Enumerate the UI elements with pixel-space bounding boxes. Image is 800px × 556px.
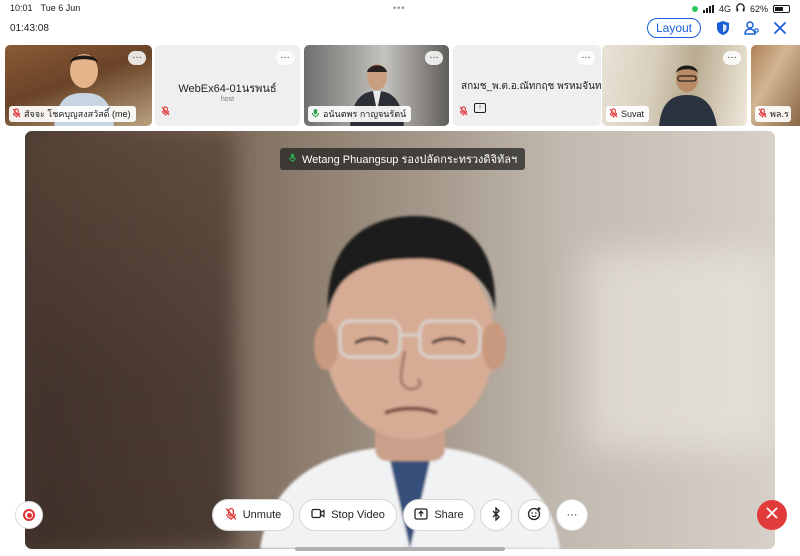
network-type: 4G bbox=[718, 3, 731, 14]
more-options-label: ··· bbox=[566, 509, 578, 521]
muted-mic-icon bbox=[609, 108, 618, 120]
status-time-date: 10:01 Tue 6 Jun bbox=[10, 3, 80, 13]
security-shield-icon[interactable] bbox=[714, 19, 732, 37]
tile-more-button[interactable]: … bbox=[425, 51, 443, 65]
more-options-button[interactable]: ··· bbox=[556, 499, 588, 531]
participant-role: host bbox=[220, 96, 235, 103]
participant-namebar: Suvat bbox=[606, 106, 650, 122]
active-speaker-name: Wetang Phuangsup รองปลัดกระทรวงดิจิทัลฯ bbox=[302, 154, 518, 166]
participant-tile[interactable]: WebEx64-01นรพนธ์ host … bbox=[155, 45, 300, 126]
participant-namebar: พล.ร bbox=[755, 106, 791, 122]
meeting-elapsed-time: 01:43:08 bbox=[10, 23, 49, 34]
mic-icon bbox=[288, 152, 297, 166]
webex-meeting-screen: 10:01 Tue 6 Jun ••• 4G 62% 01:43:08 Layo… bbox=[0, 0, 800, 556]
share-button[interactable]: Share bbox=[403, 499, 475, 531]
participants-icon[interactable] bbox=[743, 19, 761, 37]
share-screen-icon bbox=[414, 507, 428, 523]
unmute-button[interactable]: Unmute bbox=[212, 499, 294, 531]
headphones-icon bbox=[736, 3, 745, 14]
mic-icon bbox=[311, 108, 320, 120]
battery-icon bbox=[773, 4, 790, 13]
participant-name: Suvat bbox=[621, 109, 645, 119]
tile-more-button[interactable]: … bbox=[128, 51, 146, 65]
tile-more-button[interactable]: … bbox=[276, 51, 294, 65]
recording-button[interactable] bbox=[15, 501, 43, 529]
close-icon bbox=[766, 506, 778, 524]
muted-mic-icon bbox=[161, 103, 170, 121]
stop-video-button[interactable]: Stop Video bbox=[299, 499, 397, 531]
video-camera-icon bbox=[311, 508, 325, 522]
status-time: 10:01 bbox=[10, 3, 33, 13]
tile-more-button[interactable]: … bbox=[577, 51, 595, 65]
record-icon bbox=[23, 509, 35, 521]
camera-in-use-icon bbox=[691, 5, 698, 12]
active-speaker-label: Wetang Phuangsup รองปลัดกระทรวงดิจิทัลฯ bbox=[280, 148, 526, 170]
battery-percent: 62% bbox=[749, 3, 768, 14]
participant-status-icons: ↑ bbox=[459, 103, 486, 121]
participant-tile[interactable]: … Suvat bbox=[602, 45, 747, 126]
participant-tile[interactable]: … อนันตพร กาญจนรัตน์ bbox=[304, 45, 449, 126]
participant-tile[interactable]: พล.ร bbox=[751, 45, 800, 126]
screen-share-icon: ↑ bbox=[474, 103, 486, 113]
participant-tile[interactable]: สกมช_พ.ต.อ.ณัทกฤช พรหมจันทร์ … ↑ bbox=[453, 45, 601, 126]
stop-video-label: Stop Video bbox=[331, 509, 385, 521]
close-icon[interactable] bbox=[771, 19, 789, 37]
emoji-reaction-icon bbox=[527, 506, 542, 524]
participant-name: สกมช_พ.ต.อ.ณัทกฤช พรหมจันทร์ bbox=[461, 81, 601, 92]
tile-more-button[interactable]: … bbox=[723, 51, 741, 65]
layout-button[interactable]: Layout bbox=[647, 18, 701, 38]
participant-name: พล.ร bbox=[770, 109, 789, 119]
leave-meeting-button[interactable] bbox=[757, 500, 787, 530]
participant-name: สัจจะ โชคบุญสงสวัสดิ์ (me) bbox=[24, 109, 131, 119]
bluetooth-icon bbox=[491, 505, 501, 524]
muted-mic-icon bbox=[225, 507, 237, 524]
share-label: Share bbox=[434, 509, 464, 521]
cellular-signal-icon bbox=[702, 4, 714, 13]
participant-name: WebEx64-01นรพนธ์ bbox=[178, 83, 277, 95]
reactions-button[interactable] bbox=[518, 499, 550, 531]
unmute-label: Unmute bbox=[242, 509, 282, 521]
muted-mic-icon bbox=[12, 108, 21, 120]
status-date: Tue 6 Jun bbox=[40, 3, 81, 13]
multitasking-dots-icon[interactable]: ••• bbox=[393, 3, 405, 13]
bluetooth-audio-button[interactable] bbox=[480, 499, 512, 531]
status-indicators: 4G 62% bbox=[691, 3, 790, 14]
participant-tile[interactable]: … สัจจะ โชคบุญสงสวัสดิ์ (me) bbox=[5, 45, 152, 126]
participant-strip[interactable]: … สัจจะ โชคบุญสงสวัสดิ์ (me) WebEx64-01น… bbox=[5, 45, 800, 127]
participant-name: อนันตพร กาญจนรัตน์ bbox=[323, 109, 407, 119]
participant-status-icons bbox=[161, 103, 170, 121]
speaker-video-image bbox=[260, 216, 560, 549]
home-indicator[interactable] bbox=[295, 547, 505, 551]
active-speaker-video[interactable] bbox=[25, 131, 775, 549]
participant-namebar: อนันตพร กาญจนรัตน์ bbox=[308, 106, 412, 122]
participant-namebar: สัจจะ โชคบุญสงสวัสดิ์ (me) bbox=[9, 106, 136, 122]
muted-mic-icon bbox=[758, 108, 767, 120]
status-bar: 10:01 Tue 6 Jun ••• 4G 62% bbox=[0, 0, 800, 16]
muted-mic-icon bbox=[459, 103, 468, 121]
